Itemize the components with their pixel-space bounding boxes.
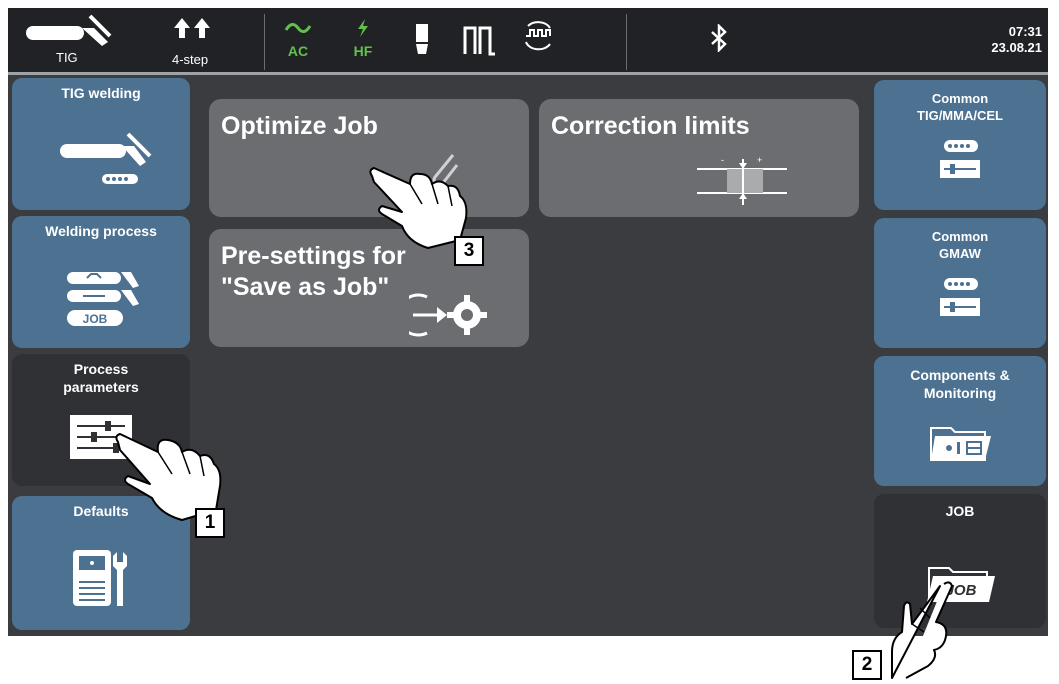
hf-indicator[interactable]: HF: [348, 18, 378, 66]
welding-process-label: Welding process: [45, 223, 157, 239]
tig-torch-icon: [60, 132, 152, 184]
electrode-icon: [416, 24, 428, 54]
welding-process-job-icon: JOB: [67, 272, 139, 326]
parameters-slider-icon: [940, 278, 980, 316]
rotate-wave-icon: [525, 21, 551, 51]
save-settings-gear-icon: [409, 293, 487, 337]
clock: 07:31 23.08.21: [991, 24, 1042, 56]
welding-process-button[interactable]: Welding process JOB: [12, 216, 190, 348]
pulse-icon: [463, 26, 495, 56]
date: 23.08.21: [991, 40, 1042, 55]
device-wrench-icon: [73, 550, 127, 606]
components-monitoring-label: Components & Monitoring: [910, 367, 1010, 401]
callout-3: 3: [454, 236, 484, 266]
mode-label: 4-step: [172, 52, 209, 67]
status-bar: TIG 4-step AC HF 07:31 23.08.21: [8, 8, 1048, 72]
callout-2: 2: [852, 650, 882, 680]
ac-indicator[interactable]: AC: [280, 18, 316, 66]
common-tig-mma-cel-button[interactable]: Common TIG/MMA/CEL: [874, 80, 1046, 210]
tig-torch-icon: [26, 14, 112, 46]
time: 07:31: [1008, 24, 1042, 39]
bluetooth-indicator[interactable]: [710, 22, 728, 57]
pointing-hand-icon: [891, 581, 953, 679]
tig-welding-label: TIG welding: [61, 85, 141, 101]
bluetooth-icon: [711, 22, 727, 54]
svg-text:+: +: [757, 157, 762, 165]
mode-indicator[interactable]: 4-step: [158, 14, 228, 68]
optimize-job-label: Optimize Job: [221, 112, 378, 140]
separator: [626, 14, 627, 70]
4-step-icon: [174, 18, 210, 38]
correction-limits-label: Correction limits: [551, 112, 750, 140]
svg-text:-: -: [721, 157, 724, 165]
common-gmaw-label: Common GMAW: [931, 229, 989, 261]
ac-label: AC: [287, 43, 309, 59]
svg-text:JOB: JOB: [83, 312, 108, 326]
separator: [264, 14, 265, 70]
common-tig-mma-cel-label: Common TIG/MMA/CEL: [917, 91, 1003, 123]
pulse-indicator[interactable]: [462, 22, 498, 63]
hf-label: HF: [353, 43, 373, 59]
correction-limits-tile[interactable]: Correction limits - +: [539, 99, 859, 217]
topbar-divider: [8, 72, 1048, 75]
components-monitoring-button[interactable]: Components & Monitoring: [874, 356, 1046, 486]
electrode-indicator[interactable]: [412, 20, 432, 65]
welding-display: TIG 4-step AC HF 07:31 23.08.21 TIG weld…: [8, 8, 1048, 636]
parameters-slider-icon: [940, 140, 980, 178]
tig-welding-button[interactable]: TIG welding: [12, 78, 190, 210]
limits-icon: - +: [697, 157, 787, 205]
common-gmaw-button[interactable]: Common GMAW: [874, 218, 1046, 348]
components-folder-icon: [930, 427, 991, 461]
job-label: JOB: [945, 503, 975, 519]
hf-icon: [358, 19, 368, 37]
process-parameters-label: Process parameters: [63, 361, 139, 395]
process-label: TIG: [56, 50, 78, 65]
mix-indicator[interactable]: [518, 20, 558, 65]
tig-process-indicator[interactable]: TIG: [22, 14, 122, 68]
ac-wave-icon: [284, 23, 312, 33]
callout-1: 1: [195, 508, 225, 538]
